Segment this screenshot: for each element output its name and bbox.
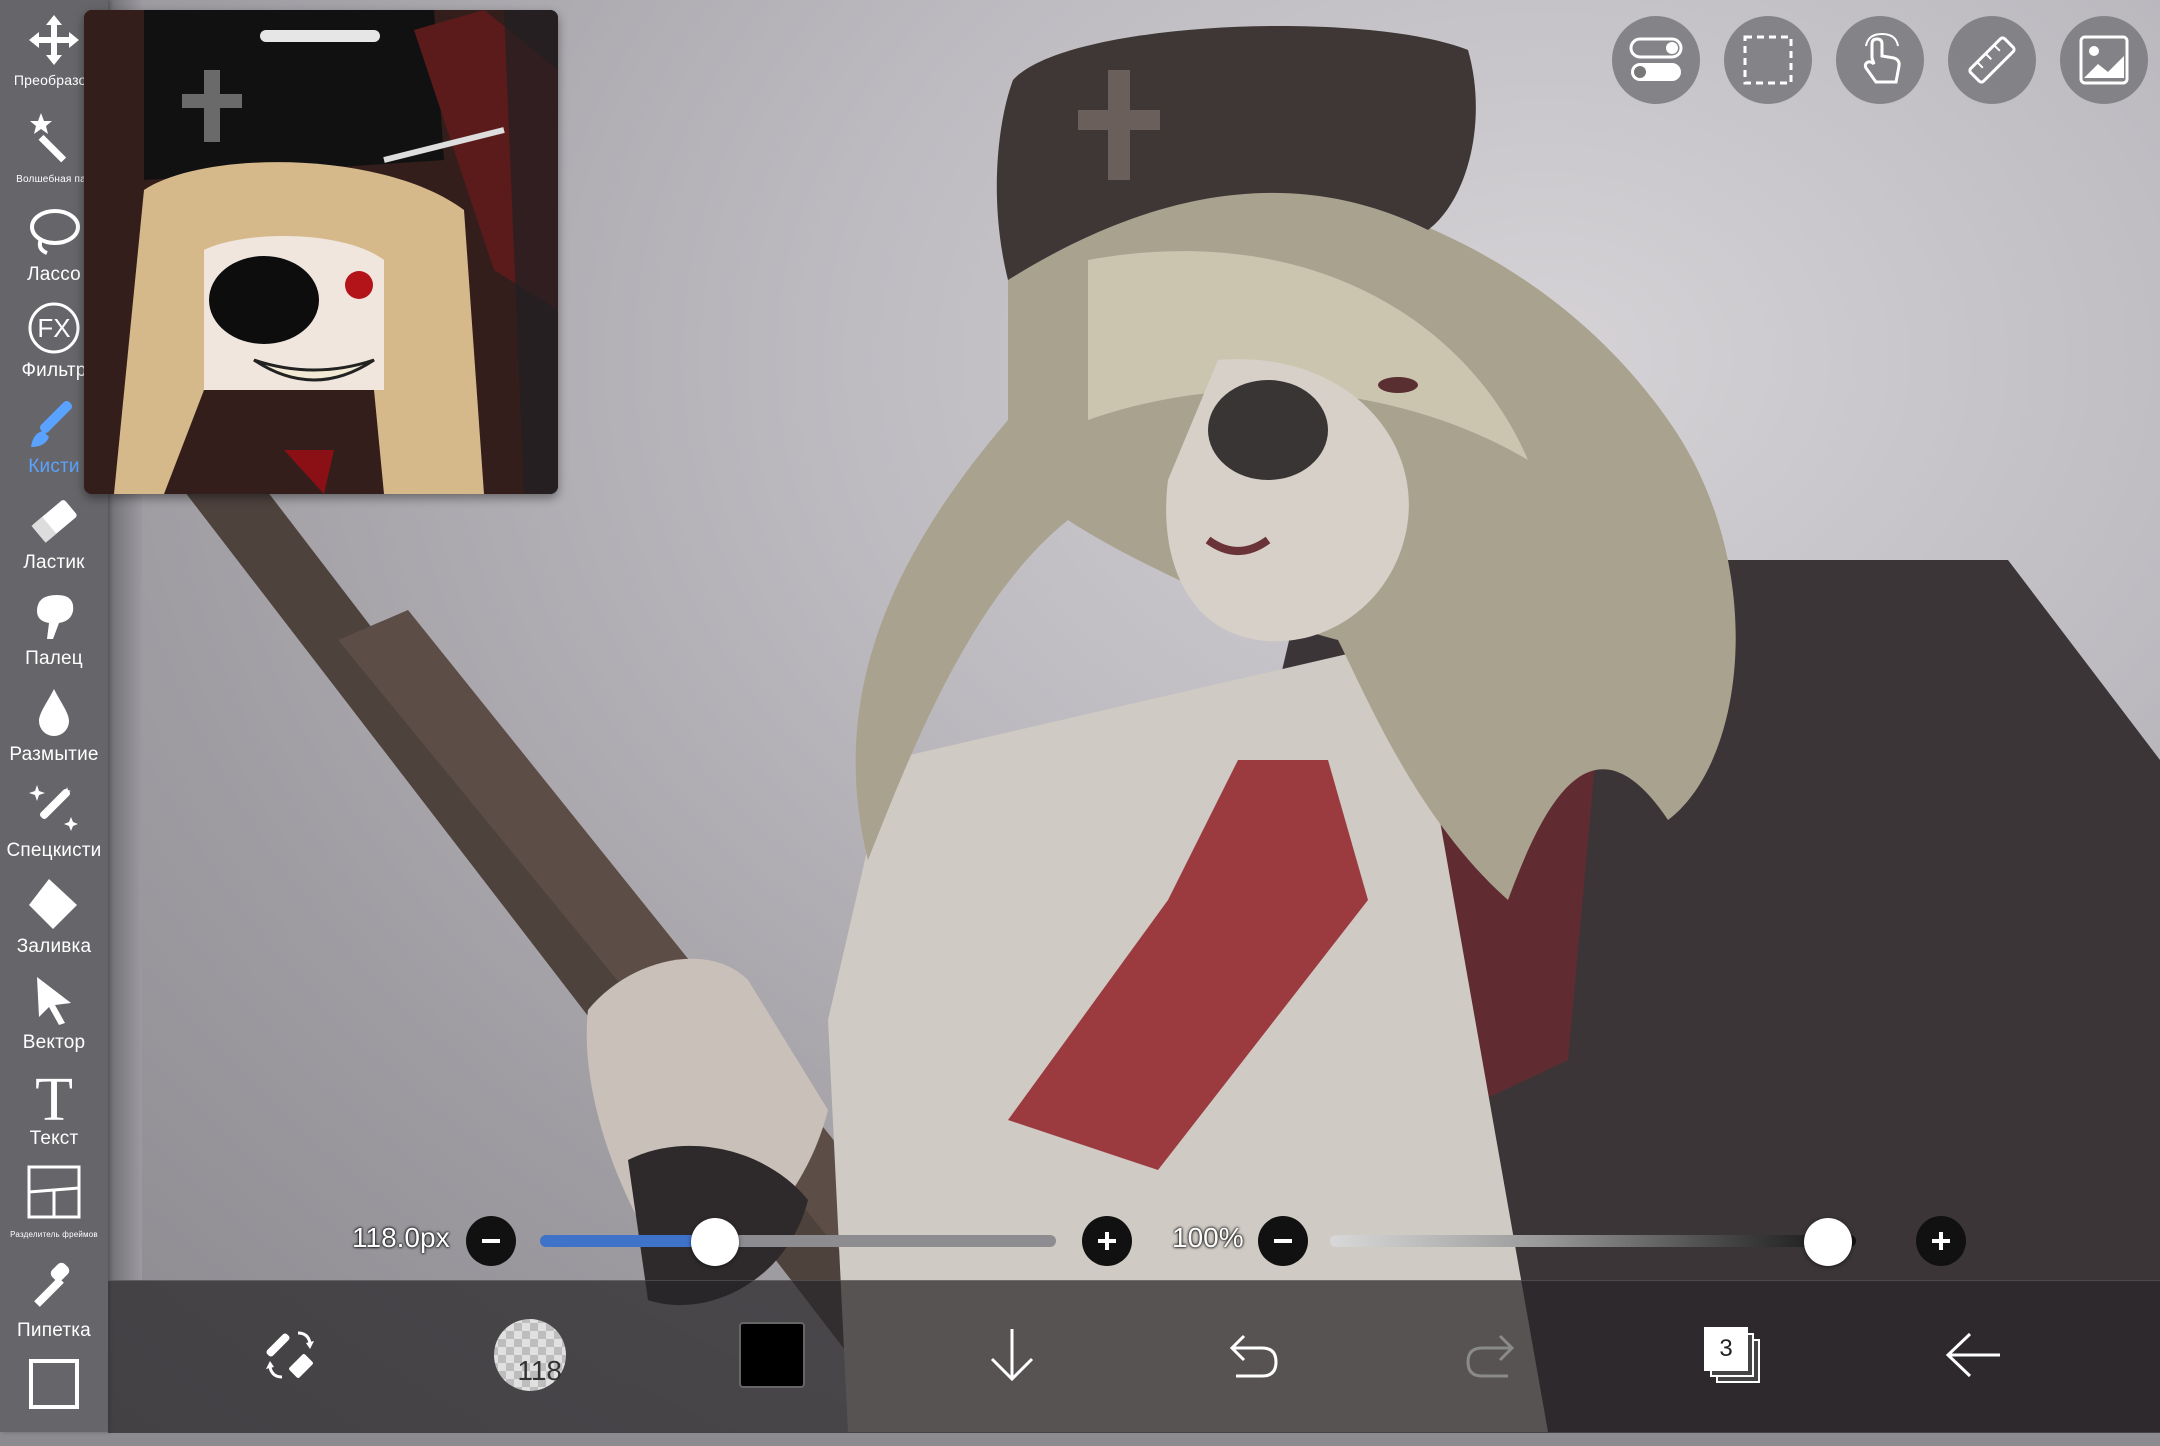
tool-text[interactable]: T Текст	[0, 1062, 108, 1158]
brush-size-increase-button[interactable]	[1082, 1216, 1132, 1266]
touch-gesture-button[interactable]	[1836, 16, 1924, 104]
selection-rect-icon	[1743, 35, 1793, 85]
toggle-settings-icon	[1629, 37, 1683, 81]
brush-size-preview-button[interactable]: 118	[486, 1311, 574, 1399]
tool-label: Спецкисти	[6, 840, 102, 861]
eyedropper-icon	[24, 1258, 84, 1318]
tool-label: Разделитель фреймов	[10, 1230, 98, 1239]
color-picker-button[interactable]	[728, 1311, 816, 1399]
ruler-button[interactable]	[1948, 16, 2036, 104]
opacity-thumb[interactable]	[1804, 1218, 1852, 1266]
tool-label: Волшебная пал	[16, 174, 92, 185]
undo-icon	[1229, 1334, 1278, 1378]
minus-icon	[482, 1239, 500, 1243]
tool-blur[interactable]: Размытие	[0, 678, 108, 774]
tool-label: Текст	[29, 1128, 79, 1149]
undo-button[interactable]	[1208, 1311, 1296, 1399]
opacity-track	[1330, 1235, 1856, 1247]
brush-swap-icon	[266, 1331, 314, 1379]
move-arrows-icon	[24, 10, 84, 70]
brush-icon	[24, 394, 84, 454]
tool-eyedropper[interactable]: Пипетка	[0, 1254, 108, 1350]
slider-row: 118.0px 100%	[108, 1196, 2160, 1286]
reference-window[interactable]	[84, 10, 558, 494]
back-button[interactable]	[1930, 1311, 2018, 1399]
redo-button[interactable]	[1448, 1311, 1536, 1399]
download-button[interactable]	[968, 1311, 1056, 1399]
opacity-increase-button[interactable]	[1916, 1216, 1966, 1266]
tool-label: Размытие	[9, 744, 99, 765]
svg-text:T: T	[35, 1066, 73, 1126]
current-color-swatch	[739, 1322, 805, 1388]
tool-label: Лассо	[27, 264, 81, 285]
minus-icon	[1274, 1239, 1292, 1243]
reference-drag-handle[interactable]	[260, 30, 380, 42]
plus-icon	[1932, 1232, 1950, 1250]
blur-drop-icon	[24, 682, 84, 742]
tool-eraser[interactable]: Ластик	[0, 486, 108, 582]
brush-size-badge: 118	[494, 1319, 566, 1391]
lasso-icon	[24, 202, 84, 262]
ruler-icon	[1968, 36, 2016, 84]
reference-image	[84, 10, 558, 494]
selection-button[interactable]	[1724, 16, 1812, 104]
fill-bucket-icon	[24, 874, 84, 934]
magic-wand-icon	[24, 106, 84, 166]
tool-label: Ластик	[23, 552, 85, 573]
eraser-icon	[24, 490, 84, 550]
brush-size-decrease-button[interactable]	[466, 1216, 516, 1266]
bottom-toolbar: 118 3	[108, 1280, 2160, 1433]
touch-gesture-icon	[1863, 32, 1901, 84]
redo-icon	[1466, 1334, 1515, 1378]
toggle-settings-button[interactable]	[1612, 16, 1700, 104]
canvas-frame-icon	[24, 1354, 84, 1414]
arrow-down-icon	[990, 1329, 1034, 1382]
brush-size-thumb[interactable]	[691, 1218, 740, 1266]
image-reference-icon	[2079, 35, 2129, 85]
tool-label: Пипетка	[17, 1320, 91, 1341]
arrow-left-icon	[1945, 1332, 2000, 1378]
opacity-value: 100%	[1172, 1222, 1244, 1253]
tool-fill[interactable]: Заливка	[0, 870, 108, 966]
eyepatch-art	[1208, 380, 1328, 480]
vector-cursor-icon	[24, 970, 84, 1030]
tool-label: Палец	[25, 648, 83, 669]
brush-size-value: 118.0px	[352, 1222, 450, 1253]
smudge-finger-icon	[24, 586, 84, 646]
layers-icon: 3	[1704, 1327, 1760, 1383]
tool-label: Заливка	[16, 936, 92, 957]
tool-label: Преобразов	[13, 72, 95, 88]
tool-smudge[interactable]: Палец	[0, 582, 108, 678]
plus-icon	[1098, 1232, 1116, 1250]
frame-divider-icon	[24, 1162, 84, 1222]
tool-label: Кисти	[28, 456, 80, 477]
layers-button[interactable]: 3	[1688, 1311, 1776, 1399]
tool-special-brush[interactable]: Спецкисти	[0, 774, 108, 870]
svg-text:FX: FX	[37, 313, 70, 343]
brush-size-fill	[540, 1235, 716, 1247]
text-icon: T	[24, 1066, 84, 1126]
fx-filter-icon: FX	[24, 298, 84, 358]
tool-label: Вектор	[22, 1032, 86, 1053]
tool-label: Фильтр	[21, 360, 87, 381]
opacity-decrease-button[interactable]	[1258, 1216, 1308, 1266]
tool-vector[interactable]: Вектор	[0, 966, 108, 1062]
image-reference-button[interactable]	[2060, 16, 2148, 104]
layer-count: 3	[1719, 1335, 1733, 1362]
brush-size-badge-label: 118	[517, 1355, 562, 1386]
special-brush-icon	[24, 778, 84, 838]
tool-frame-divider[interactable]: Разделитель фреймов	[0, 1158, 108, 1254]
brush-eraser-swap-button[interactable]	[246, 1311, 334, 1399]
